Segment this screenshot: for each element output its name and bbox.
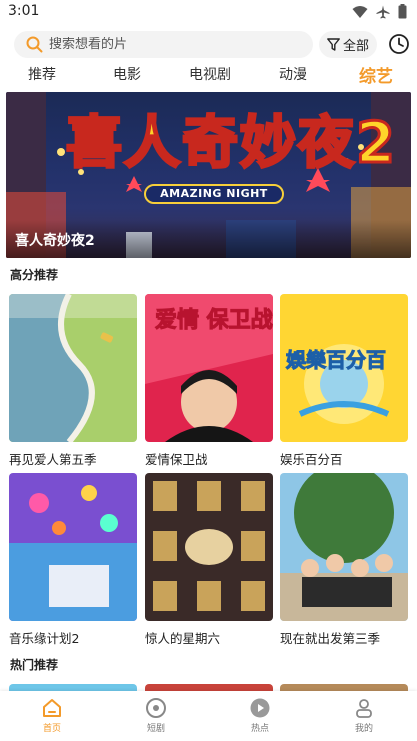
category-tabs: 推荐 电影 电视剧 动漫 综艺	[0, 64, 417, 88]
video-card[interactable]: 音乐缘计划2	[9, 473, 137, 647]
search-icon	[26, 36, 43, 53]
banner-carousel[interactable]: 喜人奇妙夜2 AMAZING NIGHT 喜人奇妙夜2	[6, 92, 411, 258]
poster-art	[9, 473, 137, 621]
status-icons	[352, 4, 407, 19]
video-title: 再见爱人第五季	[9, 452, 97, 467]
search-input[interactable]	[49, 37, 289, 52]
battery-icon	[398, 4, 407, 19]
tab-movie[interactable]: 电影	[113, 64, 141, 84]
video-card[interactable]: 爱情 保卫战 爱情保卫战	[145, 294, 273, 468]
search-row: 全部	[0, 30, 417, 60]
hot-play-icon	[250, 698, 270, 718]
nav-home[interactable]: 首页	[22, 697, 82, 734]
history-clock-icon[interactable]	[388, 33, 410, 55]
home-icon	[43, 699, 61, 717]
nav-short-drama-label: 短剧	[146, 724, 165, 734]
video-poster: 娛樂百分百	[280, 294, 408, 442]
section-title-hot: 热门推荐	[10, 658, 59, 672]
poster-art	[9, 294, 137, 442]
filter-icon	[327, 38, 340, 51]
video-poster	[145, 473, 273, 621]
video-card[interactable]: 惊人的星期六	[145, 473, 273, 647]
poster-art	[280, 473, 408, 621]
wifi-icon	[352, 5, 368, 18]
poster-title-art: 爱情 保卫战	[155, 308, 273, 334]
banner-title-art: 喜人奇妙夜2	[65, 110, 397, 178]
filter-label: 全部	[342, 39, 369, 54]
nav-hot[interactable]: 热点	[230, 697, 290, 734]
video-card[interactable]: 娛樂百分百 娱乐百分百	[280, 294, 408, 468]
video-title: 爱情保卫战	[145, 452, 208, 467]
nav-hot-label: 热点	[250, 724, 269, 734]
tab-recommend[interactable]: 推荐	[28, 64, 56, 84]
video-title: 惊人的星期六	[145, 631, 221, 646]
status-bar: 3:01	[0, 0, 417, 26]
status-time: 3:01	[8, 3, 40, 19]
video-card[interactable]: 现在就出发第三季	[280, 473, 408, 647]
banner-subtitle-art: AMAZING NIGHT	[144, 184, 284, 204]
video-poster	[9, 294, 137, 442]
video-poster: 爱情 保卫战	[145, 294, 273, 442]
bottom-navigation: 首页 短剧 热点 我的	[0, 691, 417, 741]
tab-tv-series[interactable]: 电视剧	[189, 64, 231, 84]
nav-profile-label: 我的	[354, 724, 373, 734]
airplane-icon	[376, 5, 390, 18]
profile-icon	[356, 699, 372, 718]
search-box[interactable]	[14, 31, 313, 58]
tab-anime[interactable]: 动漫	[279, 64, 307, 84]
short-drama-icon	[146, 698, 166, 718]
video-poster	[9, 473, 137, 621]
poster-art	[145, 473, 273, 621]
nav-home-label: 首页	[42, 724, 61, 734]
video-title: 现在就出发第三季	[280, 631, 381, 646]
nav-short-drama[interactable]: 短剧	[126, 697, 186, 734]
video-title: 音乐缘计划2	[9, 631, 80, 646]
video-title: 娱乐百分百	[280, 452, 343, 467]
nav-profile[interactable]: 我的	[334, 697, 394, 734]
filter-button[interactable]: 全部	[319, 31, 377, 58]
tab-variety[interactable]: 综艺	[359, 62, 393, 87]
banner-caption: 喜人奇妙夜2	[15, 233, 95, 249]
poster-title-art: 娛樂百分百	[286, 348, 387, 373]
video-poster	[280, 473, 408, 621]
video-card[interactable]: 再见爱人第五季	[9, 294, 137, 468]
section-title-high-score: 高分推荐	[10, 268, 59, 282]
